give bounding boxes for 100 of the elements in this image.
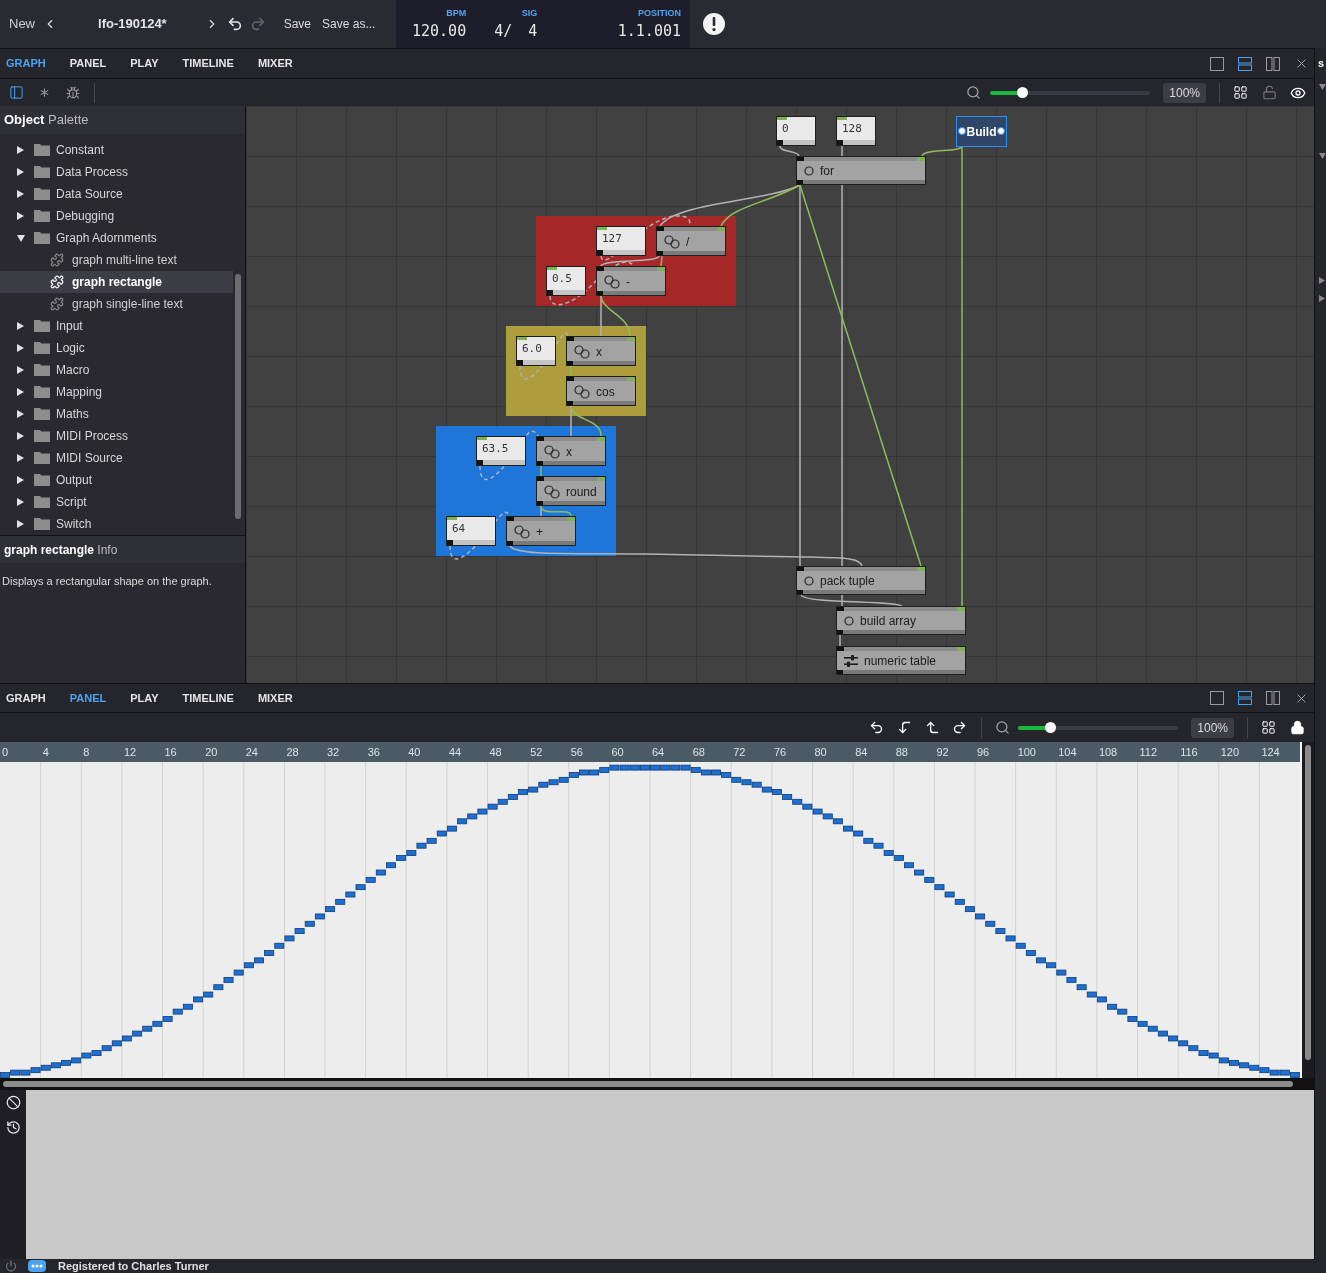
curved-arrow-right-icon[interactable]	[952, 720, 968, 735]
ruler-label: 8	[83, 744, 90, 760]
close-icon[interactable]	[1294, 56, 1309, 71]
caret-right-icon[interactable]	[17, 520, 24, 528]
number-box[interactable]: 64	[446, 516, 496, 546]
palette-folder[interactable]: Constant	[0, 139, 233, 161]
folder-icon	[34, 144, 50, 156]
zoom-field[interactable]: 100%	[1191, 717, 1234, 738]
palette-folder[interactable]: Mapping	[0, 381, 233, 403]
caret-right-icon[interactable]	[17, 498, 24, 506]
build-button[interactable]: Build	[956, 116, 1007, 147]
caret-right-icon[interactable]	[17, 212, 24, 220]
curved-arrow-left-icon[interactable]	[869, 720, 885, 735]
ruler-label: 4	[42, 744, 49, 760]
view-tab[interactable]: PANEL	[69, 49, 107, 78]
zoom-icon[interactable]	[966, 85, 982, 100]
number-box[interactable]: 0	[776, 116, 816, 146]
caret-right-icon[interactable]	[17, 454, 24, 462]
power-icon[interactable]	[5, 1260, 17, 1272]
corner-arrow-down-icon[interactable]	[897, 720, 913, 735]
palette-folder[interactable]: Logic	[0, 337, 233, 359]
bug-icon[interactable]	[66, 85, 80, 100]
single-pane-icon[interactable]	[1210, 56, 1224, 71]
palette-item[interactable]: graph multi-line text	[0, 249, 233, 271]
signature-denominator[interactable]: 4	[528, 21, 538, 41]
horizontal-scrollbar[interactable]	[0, 1078, 1314, 1090]
save-button[interactable]: Save	[283, 15, 312, 33]
scrollbar-thumb[interactable]	[235, 274, 241, 519]
palette-folder[interactable]: Maths	[0, 403, 233, 425]
palette-folder[interactable]: Data Source	[0, 183, 233, 205]
view-tab[interactable]: GRAPH	[6, 684, 46, 712]
view-tab[interactable]: TIMELINE	[182, 49, 234, 78]
unlock-icon[interactable]	[1262, 85, 1277, 100]
lock-icon[interactable]	[1290, 720, 1305, 735]
zoom-slider[interactable]	[990, 87, 1151, 98]
split-rows-icon[interactable]	[1238, 56, 1252, 71]
caret-down-icon[interactable]	[17, 234, 25, 242]
number-box[interactable]: 0.5	[546, 266, 586, 296]
zoom-icon[interactable]	[995, 720, 1011, 735]
palette-item[interactable]: graph rectangle	[0, 271, 233, 293]
dots-icon[interactable]	[28, 1260, 46, 1272]
palette-folder[interactable]: Debugging	[0, 205, 233, 227]
slider-thumb[interactable]	[1017, 87, 1029, 98]
scrollbar-thumb[interactable]	[1305, 745, 1311, 1060]
palette-folder[interactable]: Data Process	[0, 161, 233, 183]
bpm-value[interactable]: 120.00	[412, 21, 467, 41]
undo-icon[interactable]	[226, 16, 243, 32]
palette-folder[interactable]: Macro	[0, 359, 233, 381]
number-box[interactable]: 63.5	[476, 436, 526, 466]
palette-folder[interactable]: Graph Adornments	[0, 227, 233, 249]
caret-right-icon[interactable]	[17, 190, 24, 198]
zoom-field[interactable]: 100%	[1163, 82, 1206, 103]
palette-folder[interactable]: Script	[0, 491, 233, 513]
view-tab[interactable]: TIMELINE	[182, 684, 234, 712]
alert-icon[interactable]	[703, 13, 725, 35]
view-tab[interactable]: MIXER	[257, 49, 293, 78]
split-columns-icon[interactable]	[1266, 691, 1280, 705]
caret-right-icon[interactable]	[17, 322, 24, 330]
signature-numerator[interactable]: 4/	[494, 21, 513, 41]
grid-icon[interactable]	[1233, 85, 1248, 100]
position-value[interactable]: 1.1.001	[617, 21, 681, 41]
ban-icon[interactable]	[5, 1095, 21, 1110]
view-tab[interactable]: PLAY	[130, 684, 159, 712]
zoom-slider[interactable]	[1018, 722, 1179, 733]
caret-right-icon[interactable]	[17, 366, 24, 374]
split-columns-icon[interactable]	[1266, 56, 1280, 71]
two-circles-icon	[514, 524, 530, 539]
palette-item[interactable]: graph single-line text	[0, 293, 233, 315]
view-tab[interactable]: PANEL	[69, 684, 107, 712]
caret-right-icon[interactable]	[17, 388, 24, 396]
number-box[interactable]: 127	[596, 226, 646, 256]
palette-folder[interactable]: Input	[0, 315, 233, 337]
history-icon[interactable]	[5, 1120, 21, 1135]
slider-thumb[interactable]	[1045, 722, 1057, 733]
palette-folder[interactable]: MIDI Source	[0, 447, 233, 469]
view-tab[interactable]: MIXER	[257, 684, 293, 712]
caret-right-icon[interactable]	[17, 146, 24, 154]
view-tab[interactable]: PLAY	[130, 49, 159, 78]
corner-arrow-up-icon[interactable]	[925, 720, 941, 735]
save-as-button[interactable]: Save as...	[322, 15, 376, 33]
caret-right-icon[interactable]	[17, 476, 24, 484]
palette-folder[interactable]: Switch	[0, 513, 233, 535]
vertical-scrollbar[interactable]	[1300, 742, 1314, 1078]
number-box[interactable]: 6.0	[516, 336, 556, 366]
caret-right-icon[interactable]	[17, 168, 24, 176]
redo-icon[interactable]	[249, 16, 266, 32]
caret-right-icon[interactable]	[17, 432, 24, 440]
sidebar-toggle-icon[interactable]	[9, 85, 24, 100]
split-rows-icon[interactable]	[1238, 691, 1252, 705]
grid-icon[interactable]	[1261, 720, 1276, 735]
new-button[interactable]: New	[9, 14, 35, 34]
caret-right-icon[interactable]	[17, 410, 24, 418]
single-pane-icon[interactable]	[1210, 691, 1224, 705]
caret-right-icon[interactable]	[17, 344, 24, 352]
palette-folder[interactable]: MIDI Process	[0, 425, 233, 447]
scrollbar-thumb[interactable]	[3, 1081, 1293, 1087]
number-box[interactable]: 128	[836, 116, 876, 146]
ruler-label: 12	[123, 744, 137, 760]
view-tab[interactable]: GRAPH	[6, 49, 46, 78]
palette-folder[interactable]: Output	[0, 469, 233, 491]
